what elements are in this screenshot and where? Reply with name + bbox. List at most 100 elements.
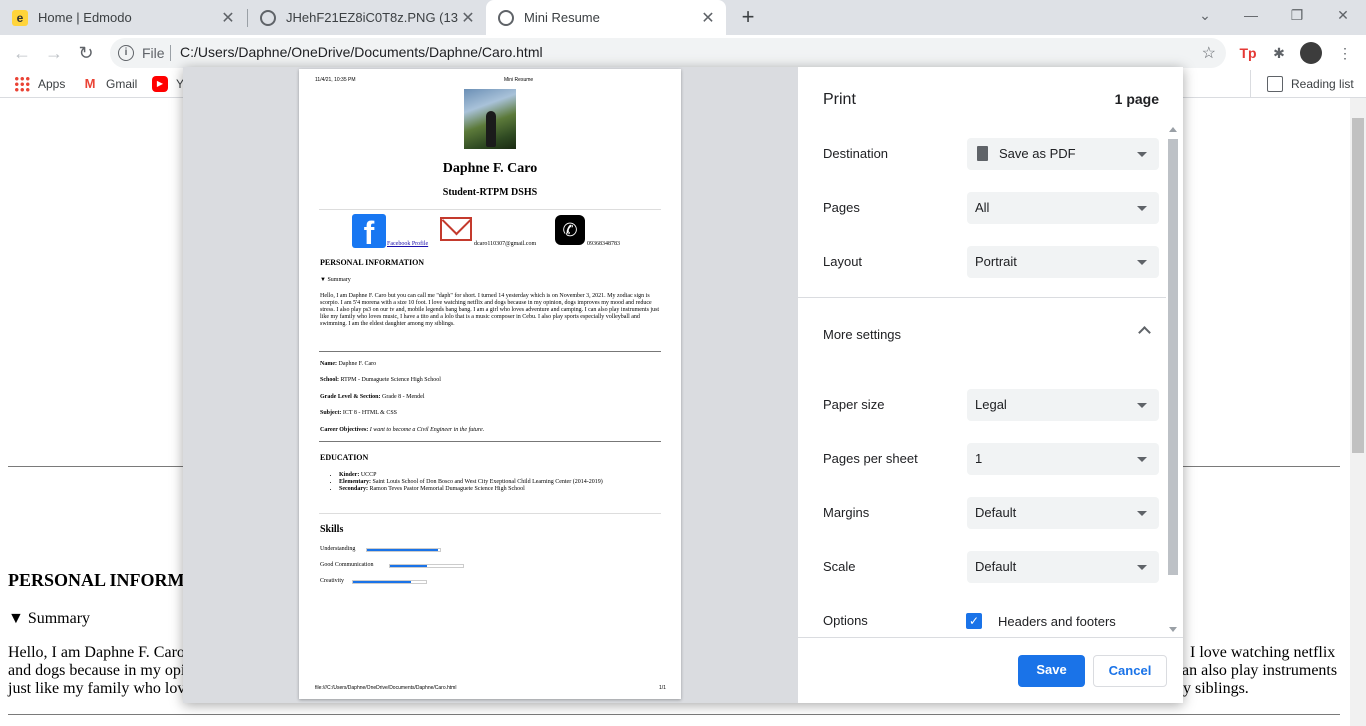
margins-row: Margins Default	[823, 497, 1159, 529]
youtube-icon: ▶	[152, 76, 168, 92]
chevron-down-icon	[1137, 260, 1147, 265]
reading-list-label: Reading list	[1291, 77, 1354, 91]
save-button[interactable]: Save	[1018, 655, 1085, 687]
tab-title: Mini Resume	[524, 10, 600, 25]
headers-footers-label[interactable]: Headers and footers	[998, 614, 1116, 629]
pages-select[interactable]: All	[967, 192, 1159, 224]
reload-button[interactable]: ↻	[72, 39, 100, 67]
tab-strip: e Home | Edmodo ✕ JHehF21EZ8iC0T8z.PNG (…	[0, 0, 1366, 35]
para-line: y siblings.	[1183, 680, 1249, 697]
extension-tp-icon[interactable]: Tp	[1237, 42, 1259, 64]
divider	[798, 637, 1183, 638]
margins-select[interactable]: Default	[967, 497, 1159, 529]
star-icon[interactable]: ☆	[1202, 43, 1216, 63]
tab-image[interactable]: JHehF21EZ8iC0T8z.PNG (1366×7 ✕	[248, 0, 486, 35]
phone-text: 09368348783	[587, 241, 620, 247]
scrollbar-thumb[interactable]	[1352, 118, 1364, 453]
sheet-header-title: Mini Resume	[504, 77, 534, 83]
print-preview: 11/4/21, 10:35 PM Mini Resume Daphne F. …	[183, 67, 798, 703]
layout-row: Layout Portrait	[823, 246, 1159, 278]
phone-icon: ✆	[555, 215, 585, 245]
facebook-link[interactable]: Facebook Profile	[387, 241, 428, 247]
print-settings-panel: Print 1 page Destination Save as PDF Pag…	[798, 67, 1183, 703]
field-grade: Grade Level & Section: Grade 8 - Mendel	[320, 394, 425, 400]
print-title: Print	[823, 91, 856, 108]
layout-select[interactable]: Portrait	[967, 246, 1159, 278]
scroll-up-icon[interactable]	[1169, 127, 1177, 132]
skill-bar-fill	[353, 581, 412, 583]
globe-icon	[498, 9, 514, 26]
divider	[319, 209, 661, 210]
scale-select[interactable]: Default	[967, 551, 1159, 583]
paper-size-select[interactable]: Legal	[967, 389, 1159, 421]
bookmark-gmail[interactable]: M Gmail	[82, 70, 138, 98]
para-line: I love watching netflix	[1190, 644, 1336, 661]
options-label: Options	[823, 613, 868, 628]
tab-search-icon[interactable]: ⌄	[1182, 0, 1228, 30]
headers-footers-checkbox[interactable]: ✓	[966, 613, 982, 629]
restore-button[interactable]: ❐	[1274, 0, 1320, 30]
forward-button[interactable]: →	[40, 39, 68, 67]
back-button[interactable]: ←	[8, 39, 36, 67]
pages-value: All	[975, 200, 990, 215]
browser-toolbar: ← → ↻ i File C:/Users/Daphne/OneDrive/Do…	[0, 35, 1366, 70]
divider	[319, 513, 661, 514]
list-item: Secondary: Ramon Teves Pastor Memorial D…	[339, 486, 659, 493]
horizontal-rule	[8, 714, 1340, 715]
tab-edmodo[interactable]: e Home | Edmodo ✕	[0, 0, 246, 35]
divider	[319, 441, 661, 442]
destination-label: Destination	[823, 146, 889, 161]
chevron-down-icon	[1137, 206, 1147, 211]
skill-bar	[352, 580, 427, 584]
sheet-footer-page: 1/1	[659, 685, 666, 691]
email-text: dcaro110307@gmail.com	[474, 241, 537, 247]
preview-sheet: 11/4/21, 10:35 PM Mini Resume Daphne F. …	[299, 69, 681, 699]
summary-text: Hello, I am Daphne F. Caro but you can c…	[320, 293, 660, 327]
skills-heading: Skills	[320, 524, 344, 535]
address-bar[interactable]: i File C:/Users/Daphne/OneDrive/Document…	[110, 38, 1226, 68]
margins-value: Default	[975, 505, 1017, 520]
personal-info-heading: PERSONAL INFORMATION	[320, 258, 425, 267]
divider	[798, 297, 1166, 298]
kebab-menu-icon[interactable]: ⋮	[1334, 42, 1356, 64]
more-settings-toggle[interactable]: More settings	[823, 327, 901, 342]
pages-per-sheet-select[interactable]: 1	[967, 443, 1159, 475]
para-line: just like my family who lov	[8, 680, 186, 697]
close-icon[interactable]: ✕	[218, 8, 238, 28]
scrollbar-thumb[interactable]	[1168, 139, 1178, 575]
url-text[interactable]: C:/Users/Daphne/OneDrive/Documents/Daphn…	[180, 44, 543, 60]
profile-photo	[464, 89, 516, 149]
chevron-down-icon	[1137, 403, 1147, 408]
sheet-header-date: 11/4/21, 10:35 PM	[315, 77, 356, 83]
summary-toggle[interactable]: ▼ Summary	[8, 610, 90, 628]
reading-list-button[interactable]: Reading list	[1250, 70, 1354, 98]
field-subject: Subject: ICT 8 - HTML & CSS	[320, 410, 398, 416]
close-icon[interactable]: ✕	[698, 8, 718, 28]
destination-select[interactable]: Save as PDF	[967, 138, 1159, 170]
cancel-button[interactable]: Cancel	[1093, 655, 1167, 687]
pages-row: Pages All	[823, 192, 1159, 224]
chevron-up-icon[interactable]	[1138, 326, 1151, 339]
skill-label: Creativity	[320, 578, 344, 584]
close-window-button[interactable]: ✕	[1320, 0, 1366, 30]
omnibox-divider	[170, 45, 171, 61]
page-count: 1 page	[1114, 91, 1159, 107]
sheet-footer-path: file:///C:/Users/Daphne/OneDrive/Documen…	[315, 685, 457, 691]
para-line: and dogs because in my opi	[8, 662, 186, 679]
new-tab-button[interactable]: +	[738, 4, 758, 30]
apps-grid-icon	[14, 76, 30, 92]
scroll-down-icon[interactable]	[1169, 627, 1177, 632]
puzzle-icon[interactable]: ✱	[1268, 42, 1290, 64]
bookmark-youtube[interactable]: ▶ Y	[152, 70, 184, 98]
close-icon[interactable]: ✕	[458, 8, 478, 28]
bookmark-apps[interactable]: Apps	[14, 70, 65, 98]
scheme-label: File	[142, 45, 165, 61]
info-icon[interactable]: i	[118, 45, 134, 61]
minimize-button[interactable]: —	[1228, 0, 1274, 30]
settings-scrollbar[interactable]	[1166, 125, 1180, 635]
page-scrollbar[interactable]	[1350, 98, 1366, 726]
scale-label: Scale	[823, 559, 856, 574]
avatar[interactable]	[1300, 42, 1322, 64]
skill-bar-fill	[390, 565, 427, 567]
tab-mini-resume[interactable]: Mini Resume ✕	[486, 0, 726, 35]
